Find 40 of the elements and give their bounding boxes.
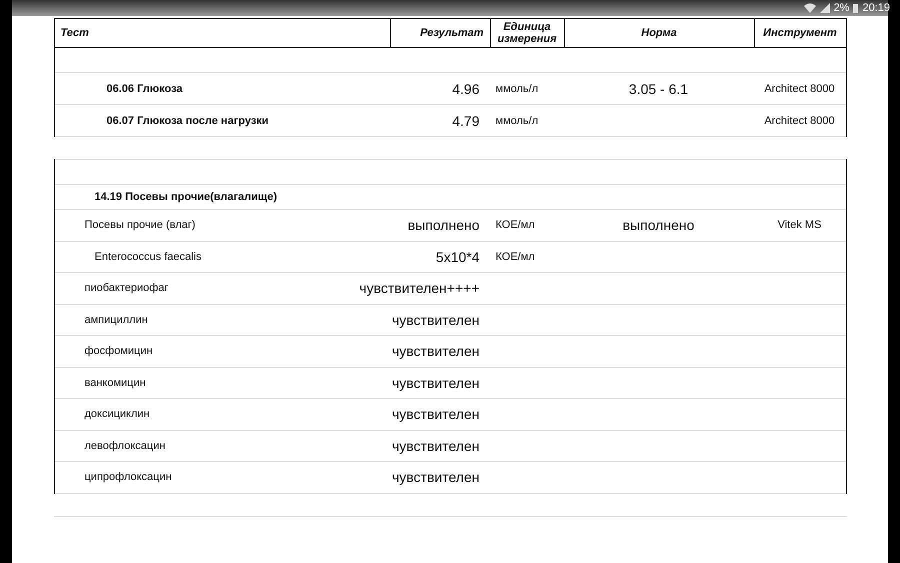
test-name: 14.19 Посевы прочие(влагалище) — [94, 191, 278, 203]
test-name: ампициллин — [84, 314, 149, 326]
test-name: ципрофлоксацин — [84, 471, 173, 484]
instrument-name: Architect 8000 — [764, 114, 835, 126]
norm-value: 3.05 - 6.1 — [628, 80, 688, 96]
result-value: 4.96 — [452, 80, 480, 96]
result-value: выполнено — [408, 217, 480, 234]
result-value: чувствителен — [392, 343, 480, 360]
instrument-name: Architect 8000 — [764, 82, 835, 94]
column-header: Инструмент — [754, 19, 846, 47]
norm-value: выполнено — [622, 217, 694, 234]
battery-icon — [853, 3, 858, 13]
result-value: чувствителен++++ — [359, 280, 480, 296]
test-name: Посевы прочие (влаг) — [84, 219, 196, 232]
instrument-name: Vitek MS — [778, 219, 822, 232]
unit-label: ммоль/л — [494, 82, 540, 94]
test-name: ванкомицин — [84, 376, 147, 389]
result-value: 4.79 — [452, 112, 480, 128]
column-header: Результат — [390, 19, 490, 47]
result-value: 5x10*4 — [436, 248, 480, 265]
test-name: 06.07 Глюкоза после нагрузки — [106, 114, 270, 126]
result-value: чувствителен — [392, 438, 480, 454]
test-name: фосфомицин — [84, 345, 154, 358]
result-value: чувствителен — [392, 406, 480, 422]
unit-label: КОЕ/мл — [494, 250, 536, 263]
test-name: Enterococcus faecalis — [94, 250, 202, 263]
result-value: чувствителен — [392, 312, 480, 328]
test-name: 06.06 Глюкоза — [106, 82, 184, 94]
signal-icon — [820, 3, 830, 13]
column-header: Норма — [564, 19, 754, 47]
test-name: доксициклин — [84, 408, 151, 420]
battery-percent: 2% — [834, 2, 850, 14]
column-header: Тест — [60, 26, 90, 41]
result-value: чувствителен — [392, 374, 480, 391]
result-value: чувствителен — [392, 469, 480, 486]
wifi-icon — [804, 3, 816, 13]
unit-label: ммоль/л — [494, 114, 540, 126]
column-header: Единица измерения — [490, 19, 564, 47]
test-name: левофлоксацин — [84, 440, 166, 452]
unit-label: КОЕ/мл — [494, 219, 536, 232]
